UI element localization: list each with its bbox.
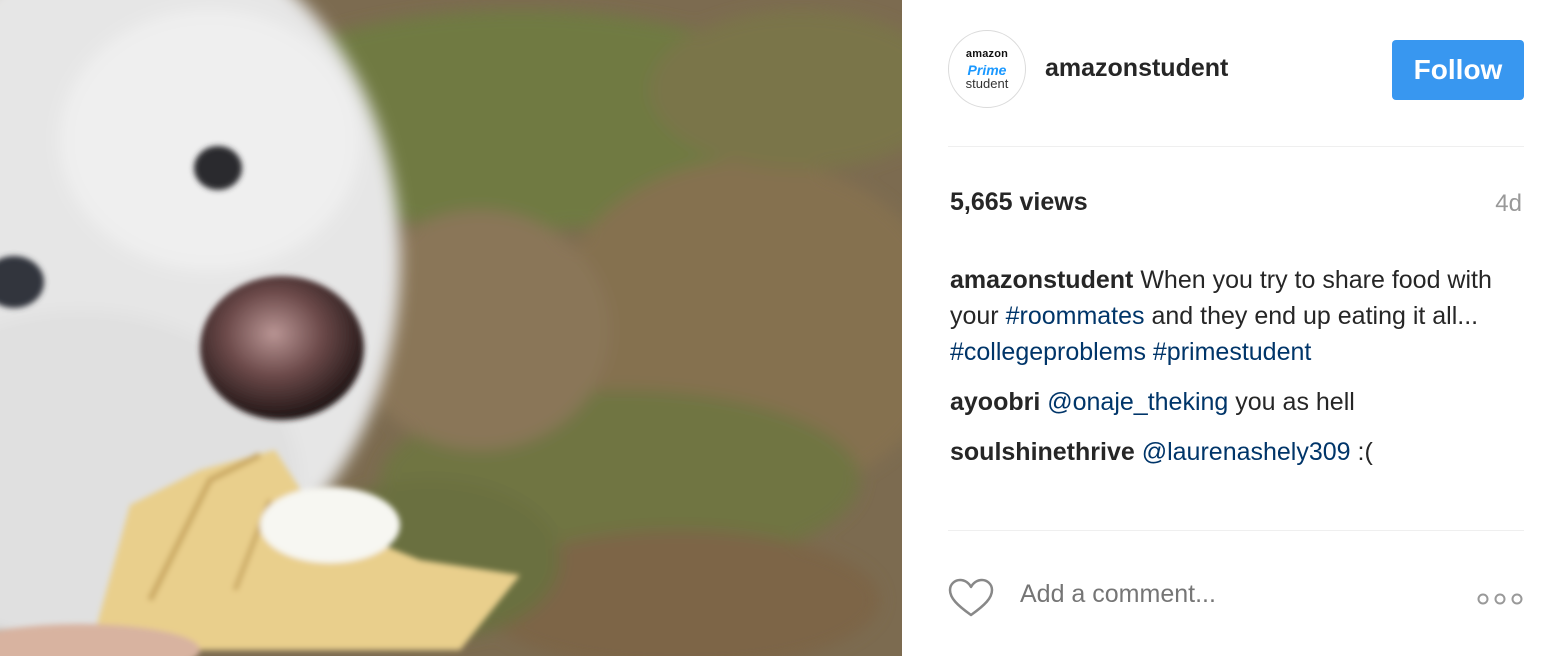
avatar-brand-text: amazon bbox=[965, 47, 1009, 60]
comment-username[interactable]: ayoobri bbox=[950, 388, 1040, 416]
avatar-prime-text: Prime bbox=[967, 61, 1007, 78]
caption-text-2: and they end up eating it all... bbox=[1151, 302, 1479, 330]
caption-username[interactable]: amazonstudent bbox=[950, 266, 1133, 294]
mention-link[interactable]: @onaje_theking bbox=[1047, 388, 1228, 416]
hashtag-link[interactable]: #collegeproblems bbox=[950, 338, 1146, 366]
post-timestamp[interactable]: 4d bbox=[1495, 190, 1522, 218]
add-comment-bar bbox=[948, 574, 1524, 620]
hashtag-link[interactable]: #roommates bbox=[1006, 302, 1145, 330]
caption: amazonstudent When you try to share food… bbox=[950, 262, 1530, 370]
follow-button[interactable]: Follow bbox=[1392, 40, 1524, 100]
add-comment-input[interactable] bbox=[1020, 580, 1440, 609]
post-sidebar: amazon Prime student amazonstudent Follo… bbox=[902, 0, 1562, 656]
comment-username[interactable]: soulshinethrive bbox=[950, 438, 1135, 466]
avatar-student-text: student bbox=[965, 75, 1009, 91]
header-divider bbox=[948, 146, 1524, 147]
comment-item: ayoobri @onaje_theking you as hell bbox=[950, 384, 1530, 420]
comments-list: amazonstudent When you try to share food… bbox=[950, 262, 1530, 484]
hashtag-link[interactable]: #primestudent bbox=[1153, 338, 1311, 366]
more-options-icon[interactable] bbox=[1476, 592, 1524, 606]
comment-text: :( bbox=[1357, 438, 1373, 466]
comment-item: soulshinethrive @laurenashely309 :( bbox=[950, 434, 1530, 470]
comments-divider bbox=[948, 530, 1524, 531]
view-count[interactable]: 5,665 views bbox=[950, 188, 1088, 217]
video-frame-image bbox=[0, 0, 902, 656]
post-video[interactable] bbox=[0, 0, 902, 656]
avatar[interactable]: amazon Prime student bbox=[948, 30, 1026, 108]
comment-text: you as hell bbox=[1235, 388, 1355, 416]
post-header: amazon Prime student amazonstudent Follo… bbox=[948, 30, 1524, 110]
heart-icon[interactable] bbox=[948, 578, 994, 618]
mention-link[interactable]: @laurenashely309 bbox=[1142, 438, 1351, 466]
post-username[interactable]: amazonstudent bbox=[1045, 54, 1228, 83]
